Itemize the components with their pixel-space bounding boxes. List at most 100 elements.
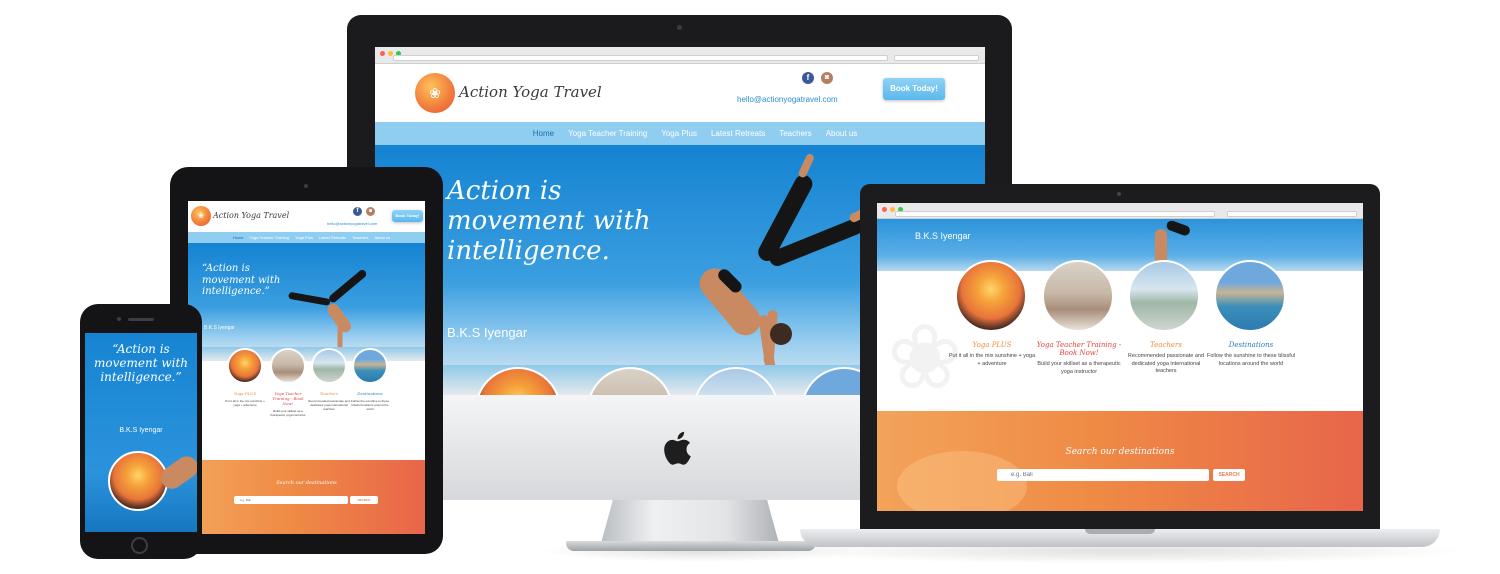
address-bar[interactable]	[393, 55, 888, 61]
hero-author: B.K.S Iyengar	[447, 325, 528, 340]
search-button[interactable]: SEARCH	[350, 496, 378, 504]
instagram-icon[interactable]: ◙	[821, 72, 833, 84]
quote-line-3: intelligence.”	[100, 369, 182, 384]
tablet-screen: ❀ Action Yoga Travel f ◙ hello@actionyog…	[188, 201, 425, 534]
laptop-camera	[1117, 192, 1121, 196]
contact-email[interactable]: hello@actionyogatravel.com	[737, 95, 838, 104]
quote-line-2: movement with	[202, 274, 281, 286]
phone-home-button[interactable]	[131, 537, 148, 554]
feature-teachers[interactable]: Teachers Recommended passionate and dedi…	[1121, 341, 1211, 376]
hero-author: B.K.S Iyengar	[204, 325, 235, 331]
teachers-thumbnail[interactable]	[311, 348, 347, 384]
address-bar[interactable]	[895, 211, 1215, 217]
search-button[interactable]: SEARCH	[1213, 469, 1245, 481]
device-mockup-stage: ❀ Action Yoga Travel f ◙ hello@actionyog…	[0, 0, 1500, 574]
teacher-training-thumbnail[interactable]	[270, 348, 306, 384]
nav-teachers[interactable]: Teachers	[352, 232, 368, 243]
feature-title: Destinations	[1228, 341, 1274, 349]
apple-logo-icon	[664, 431, 691, 465]
yoga-plus-thumbnail[interactable]	[108, 451, 168, 511]
hero-quote: Action is movement with intelligence.	[447, 176, 651, 267]
brand-name[interactable]: Action Yoga Travel	[213, 211, 289, 220]
nav-yoga-plus[interactable]: Yoga Plus	[661, 122, 697, 145]
destinations-thumbnail[interactable]	[1214, 260, 1286, 332]
nav-teachers[interactable]: Teachers	[779, 122, 811, 145]
search-title: Search our destinations	[276, 480, 337, 486]
facebook-icon[interactable]: f	[353, 207, 362, 216]
main-nav: Home Yoga Teacher Training Yoga Plus Lat…	[375, 122, 985, 145]
book-today-button[interactable]: Book Today!	[392, 210, 423, 222]
nav-yoga-teacher-training[interactable]: Yoga Teacher Training	[250, 232, 290, 243]
laptop-screen: B.K.S Iyengar ❀ Yoga PLUS Put it all in …	[877, 203, 1363, 511]
browser-chrome	[877, 203, 1363, 219]
imac-camera	[677, 25, 682, 30]
book-today-button[interactable]: Book Today!	[883, 78, 945, 100]
feature-description: Put it all in the mix sunshine + yoga + …	[225, 399, 265, 408]
destinations-thumbnail[interactable]	[352, 348, 388, 384]
nav-about-us[interactable]: About us	[826, 122, 858, 145]
nav-home[interactable]: Home	[233, 232, 244, 243]
feature-title: Yoga PLUS	[233, 391, 257, 396]
facebook-icon[interactable]: f	[802, 72, 814, 84]
feature-description: Recommended passionate and dedicated yog…	[1127, 353, 1205, 375]
feature-description: Recommended passionate and dedicated yog…	[308, 399, 350, 412]
nav-latest-retreats[interactable]: Latest Retreats	[711, 122, 765, 145]
sea-horizon	[188, 347, 425, 361]
close-dot[interactable]	[380, 51, 385, 56]
feature-description: Follow the sunshine to these blissful lo…	[350, 399, 390, 412]
site-header: ❀ Action Yoga Travel f ◙ hello@actionyog…	[188, 201, 425, 232]
instagram-icon[interactable]: ◙	[366, 207, 375, 216]
quote-line-1: Action is	[447, 176, 562, 206]
yoga-plus-thumbnail[interactable]	[955, 260, 1027, 332]
feature-teacher-training[interactable]: Yoga Teacher Training - Book Now! Build …	[267, 391, 309, 417]
brand-name[interactable]: Action Yoga Travel	[459, 83, 602, 101]
tablet-camera	[304, 184, 308, 188]
quote-line-2: movement with	[447, 205, 651, 236]
browser-search-bar[interactable]	[1227, 211, 1357, 217]
site-header: ❀ Action Yoga Travel f ◙ hello@actionyog…	[375, 64, 985, 122]
nav-yoga-plus[interactable]: Yoga Plus	[295, 232, 313, 243]
lotus-logo-icon[interactable]: ❀	[415, 73, 455, 113]
quote-line-3: intelligence.	[447, 235, 610, 266]
feature-teacher-training[interactable]: Yoga Teacher Training - Book Now! Build …	[1034, 341, 1124, 376]
feature-title: Yoga PLUS	[972, 341, 1012, 349]
feature-destinations[interactable]: Destinations Follow the sunshine to thes…	[1206, 341, 1296, 368]
lotus-logo-icon[interactable]: ❀	[191, 206, 211, 226]
hero-banner: “Action is movement with intelligence.” …	[188, 243, 425, 361]
feature-description: Put it all in the mix sunshine + yoga + …	[948, 353, 1036, 367]
feature-title: Teachers	[1150, 341, 1182, 349]
nav-latest-retreats[interactable]: Latest Retreats	[319, 232, 346, 243]
phone-camera	[117, 317, 121, 321]
nav-home[interactable]: Home	[533, 122, 554, 145]
nav-yoga-teacher-training[interactable]: Yoga Teacher Training	[568, 122, 647, 145]
quote-line-1: “Action is	[112, 342, 170, 356]
phone-speaker	[128, 318, 154, 321]
hero-author: B.K.S Iyengar	[119, 427, 163, 434]
teacher-training-thumbnail[interactable]	[1042, 260, 1114, 332]
close-dot[interactable]	[882, 207, 887, 212]
feature-title: Yoga Teacher Training - Book Now!	[272, 391, 304, 406]
feature-description: Follow the sunshine to these blissful lo…	[1206, 353, 1296, 367]
feature-destinations[interactable]: Destinations Follow the sunshine to thes…	[349, 391, 391, 412]
feature-title: Destinations	[357, 391, 383, 396]
quote-line-3: intelligence.”	[202, 286, 270, 297]
feature-yoga-plus[interactable]: Yoga PLUS Put it all in the mix sunshine…	[224, 391, 266, 407]
feature-title: Teachers	[319, 391, 339, 396]
hero-quote: “Action is movement with intelligence.”	[85, 342, 197, 384]
feature-yoga-plus[interactable]: Yoga PLUS Put it all in the mix sunshine…	[947, 341, 1037, 368]
feature-description: Build your skillset as a therapeutic yog…	[270, 409, 306, 418]
browser-chrome	[375, 47, 985, 64]
phone-screen: “Action is movement with intelligence.” …	[85, 333, 197, 532]
nav-about-us[interactable]: About us	[374, 232, 390, 243]
teachers-thumbnail[interactable]	[1128, 260, 1200, 332]
browser-search-bar[interactable]	[894, 55, 979, 61]
contact-email[interactable]: hello@actionyogatravel.com	[327, 221, 377, 226]
quote-line-1: “Action is	[202, 263, 250, 274]
laptop-notch	[1085, 529, 1155, 534]
destination-search-input[interactable]	[234, 496, 348, 504]
destination-search-input[interactable]	[997, 469, 1209, 481]
yoga-plus-thumbnail[interactable]	[227, 348, 263, 384]
feature-teachers[interactable]: Teachers Recommended passionate and dedi…	[308, 391, 350, 412]
imac-stand-base	[566, 541, 816, 551]
lotus-glyph: ❀	[429, 85, 441, 101]
